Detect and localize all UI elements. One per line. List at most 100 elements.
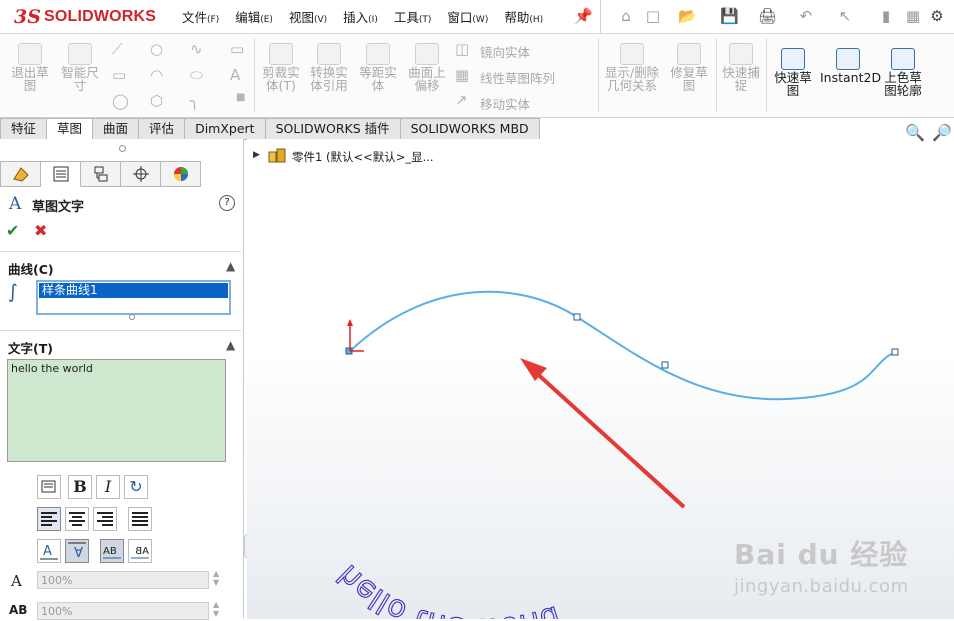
sketch-text[interactable]: hello the world: [330, 557, 565, 619]
rotate-button[interactable]: ↻: [124, 475, 148, 499]
menu-edit[interactable]: 编辑(E): [235, 7, 273, 26]
convert-entities-button[interactable]: 转换实 体引用: [307, 43, 351, 92]
spacing-spinner[interactable]: ▲ ▼: [213, 600, 219, 618]
linear-pattern-button[interactable]: 线性草图阵列: [480, 68, 555, 87]
repair-sketch-button[interactable]: 修复草 图: [666, 43, 712, 92]
link-to-property-button[interactable]: [37, 475, 61, 499]
polygon-icon[interactable]: ⬡: [150, 92, 163, 110]
justify-button[interactable]: [128, 507, 152, 531]
rebuild-icon[interactable]: ▮: [877, 7, 895, 25]
pin-icon[interactable]: 📌: [574, 7, 593, 25]
new-document-icon[interactable]: □: [644, 7, 662, 25]
menu-tools[interactable]: 工具(T): [394, 7, 432, 26]
width-factor-spinner[interactable]: ▲ ▼: [213, 569, 219, 587]
configuration-manager-tab[interactable]: [81, 161, 121, 187]
tab-dimxpert[interactable]: DimXpert: [185, 118, 266, 140]
curves-section-header[interactable]: 曲线(C): [8, 259, 54, 278]
point-icon[interactable]: ■: [236, 92, 245, 103]
tab-addins[interactable]: SOLIDWORKS 插件: [265, 118, 401, 140]
cancel-x-icon[interactable]: ✖: [34, 221, 47, 240]
tab-mbd[interactable]: SOLIDWORKS MBD: [400, 118, 540, 140]
trim-button[interactable]: 剪裁实 体(T): [259, 43, 303, 92]
text-collapse-icon[interactable]: ▲: [226, 338, 235, 352]
undo-icon[interactable]: ↶: [797, 7, 815, 25]
menu-window[interactable]: 窗口(W): [447, 7, 488, 26]
menu-file[interactable]: 文件(F): [182, 7, 219, 26]
tab-sketch[interactable]: 草图: [47, 118, 94, 140]
align-right-button[interactable]: [93, 507, 117, 531]
menu-insert[interactable]: 插入(I): [343, 7, 378, 26]
spline-curve[interactable]: [349, 290, 896, 401]
dimxpert-manager-tab[interactable]: [121, 161, 161, 187]
file-properties-icon[interactable]: ▦: [904, 7, 922, 25]
mirror-text-button[interactable]: AB: [100, 539, 124, 563]
plane-icon[interactable]: ▭: [230, 40, 244, 58]
home-icon[interactable]: ⌂: [617, 7, 635, 25]
display-manager-tab[interactable]: [161, 161, 201, 187]
smart-dimension-button[interactable]: 智能尺 寸: [58, 43, 102, 92]
offset-entities-icon: [366, 43, 390, 65]
watermark-url: jingyan.baidu.com: [734, 576, 909, 597]
select-cursor-icon[interactable]: ↖: [836, 7, 854, 25]
reverse-text-button[interactable]: AB: [128, 539, 152, 563]
solidworks-logo[interactable]: 3S SOLIDWORKS: [14, 6, 156, 28]
align-center-button[interactable]: [65, 507, 89, 531]
menu-view[interactable]: 视图(V): [289, 7, 327, 26]
spline-endpoint-end[interactable]: [891, 348, 899, 356]
offset-on-surface-label: 曲面上 偏移: [408, 65, 446, 93]
ok-check-icon[interactable]: ✔: [6, 221, 19, 240]
list-resize-handle[interactable]: [129, 314, 135, 320]
exit-sketch-button[interactable]: 退出草 图: [8, 43, 52, 92]
fillet-icon[interactable]: ╮: [190, 92, 199, 110]
flip-horizontal-icon: A: [68, 542, 86, 558]
tab-features[interactable]: 特征: [0, 118, 48, 140]
curves-collapse-icon[interactable]: ▲: [226, 259, 235, 273]
quick-snaps-button[interactable]: 快速捕 捉: [719, 43, 763, 92]
spline-point[interactable]: [661, 361, 669, 369]
spacing-field[interactable]: 100%: [37, 602, 209, 620]
save-icon[interactable]: 💾: [720, 7, 739, 25]
command-manager: 退出草 图 智能尺 寸 ⟋ ○ ∿ ▭ ▭ ◠ ⬭ A ◯ ⬡ ╮ ■ 剪裁实 …: [0, 34, 954, 118]
align-left-icon: [41, 512, 57, 526]
mirror-entities-button[interactable]: 镜向实体: [480, 42, 530, 61]
spline-point[interactable]: [573, 313, 581, 321]
display-delete-relations-button[interactable]: 显示/删除 几何关系: [601, 43, 663, 92]
flip-vertical-button[interactable]: A: [37, 539, 61, 563]
menu-help[interactable]: 帮助(H): [504, 7, 543, 26]
italic-button[interactable]: I: [96, 475, 120, 499]
open-folder-icon[interactable]: 📂: [678, 7, 697, 25]
rapid-sketch-button[interactable]: 快速草 图: [770, 48, 816, 97]
circle-icon[interactable]: ○: [150, 40, 163, 58]
move-icon: ↗: [455, 91, 468, 109]
align-left-button[interactable]: [37, 507, 61, 531]
panel-splitter-handle[interactable]: [119, 145, 126, 152]
flip-horizontal-button[interactable]: A: [65, 539, 89, 563]
offset-on-surface-button[interactable]: 曲面上 偏移: [405, 43, 449, 92]
line-icon[interactable]: ⟋: [112, 40, 123, 58]
bold-button[interactable]: B: [68, 475, 92, 499]
tab-evaluate[interactable]: 评估: [139, 118, 186, 140]
shaded-sketch-contours-button[interactable]: 上色草 图轮廓: [879, 48, 927, 97]
print-icon[interactable]: 🖨: [758, 7, 777, 25]
spline-icon[interactable]: ∿: [190, 40, 203, 58]
width-factor-field[interactable]: 100%: [37, 571, 209, 589]
text-input-area[interactable]: hello the world: [7, 359, 226, 462]
sketch-text-path: hello the world: [330, 557, 565, 619]
gear-icon[interactable]: ⚙: [928, 7, 946, 25]
arc-icon[interactable]: ◠: [150, 66, 163, 84]
feature-manager-tab[interactable]: [0, 161, 41, 187]
property-manager-tab[interactable]: [41, 161, 81, 187]
help-icon[interactable]: ?: [219, 195, 235, 211]
tab-surfaces[interactable]: 曲面: [93, 118, 140, 140]
slot-icon[interactable]: ◯: [112, 92, 129, 110]
text-section-header[interactable]: 文字(T): [8, 338, 53, 357]
curve-selection-box[interactable]: 样条曲线1: [36, 280, 231, 315]
text-icon[interactable]: A: [230, 66, 240, 84]
curve-list-item[interactable]: 样条曲线1: [39, 283, 228, 298]
move-entities-button[interactable]: 移动实体: [480, 94, 530, 113]
offset-entities-button[interactable]: 等距实 体: [356, 43, 400, 92]
graphics-area[interactable]: ▶ 零件1 (默认<<默认>_显... 🔍 🔎 hello the world: [247, 123, 954, 619]
rectangle-icon[interactable]: ▭: [112, 66, 126, 84]
ellipse-icon[interactable]: ⬭: [190, 66, 203, 84]
instant2d-button[interactable]: Instant2D: [820, 48, 881, 84]
